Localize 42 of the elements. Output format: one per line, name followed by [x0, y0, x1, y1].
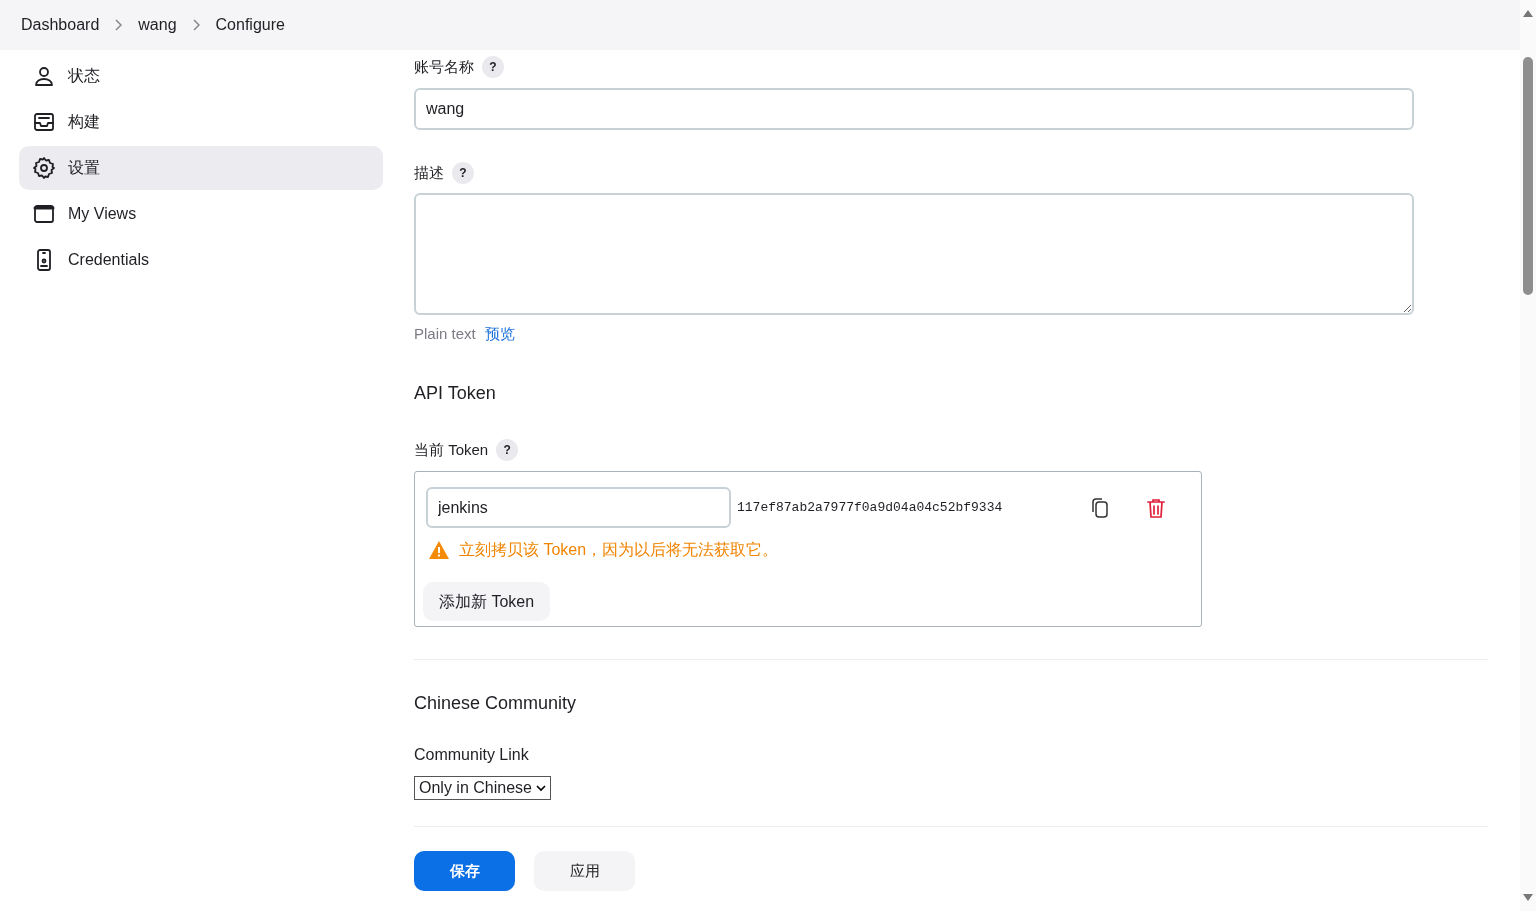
chevron-right-icon — [192, 19, 200, 31]
window-icon — [32, 202, 56, 226]
community-link-select[interactable]: Only in Chinese — [414, 776, 551, 800]
breadcrumb-link[interactable]: Dashboard — [21, 13, 100, 37]
copy-icon[interactable] — [1090, 496, 1111, 519]
field-label: 账号名称 — [414, 57, 474, 77]
warning-message: 立刻拷贝该 Token，因为以后将无法获取它。 — [459, 540, 779, 560]
add-token-button[interactable]: 添加新 Token — [423, 582, 551, 621]
sidebar-item[interactable]: Credentials — [19, 238, 383, 282]
help-button[interactable]: ? — [482, 56, 504, 79]
format-label: Plain text — [414, 324, 476, 344]
breadcrumb-link[interactable]: wang — [138, 13, 177, 37]
delete-icon[interactable] — [1147, 497, 1166, 518]
sidebar-item[interactable]: My Views — [19, 192, 383, 236]
chevron-right-icon — [115, 19, 123, 31]
field-label: Community Link — [414, 745, 530, 765]
section-heading: Chinese Community — [414, 692, 578, 715]
account-name-field[interactable]: wang — [414, 87, 1414, 130]
chevron-down-icon — [535, 784, 546, 792]
preview-link[interactable]: 预览 — [484, 323, 515, 346]
description-field[interactable] — [414, 193, 1414, 315]
help-button[interactable]: ? — [496, 438, 519, 461]
user-icon — [32, 64, 56, 88]
sidebar-item[interactable]: 构建 — [19, 100, 383, 144]
settings-icon — [32, 156, 56, 180]
token-name-field[interactable]: jenkins — [426, 487, 731, 528]
apply-button[interactable]: 应用 — [534, 851, 635, 891]
help-button[interactable]: ? — [452, 161, 474, 184]
scrollbar[interactable] — [1520, 0, 1536, 911]
section-heading: API Token — [414, 381, 497, 405]
warning-icon — [429, 541, 449, 559]
breadcrumb-link[interactable]: Configure — [215, 13, 285, 37]
scroll-up-icon[interactable] — [1523, 10, 1533, 17]
scroll-down-icon[interactable] — [1523, 894, 1533, 901]
save-button[interactable]: 保存 — [414, 851, 515, 891]
sidebar-item[interactable]: 状态 — [19, 54, 383, 98]
field-label: 当前 Token — [414, 439, 489, 460]
token-value: 117ef87ab2a7977f0a9d04a04c52bf9334 — [737, 498, 1003, 517]
sidebar-item[interactable]: 设置 — [19, 146, 383, 190]
scrollbar-thumb[interactable] — [1523, 57, 1533, 295]
tray-icon — [32, 110, 56, 134]
field-label: 描述 — [414, 162, 444, 183]
